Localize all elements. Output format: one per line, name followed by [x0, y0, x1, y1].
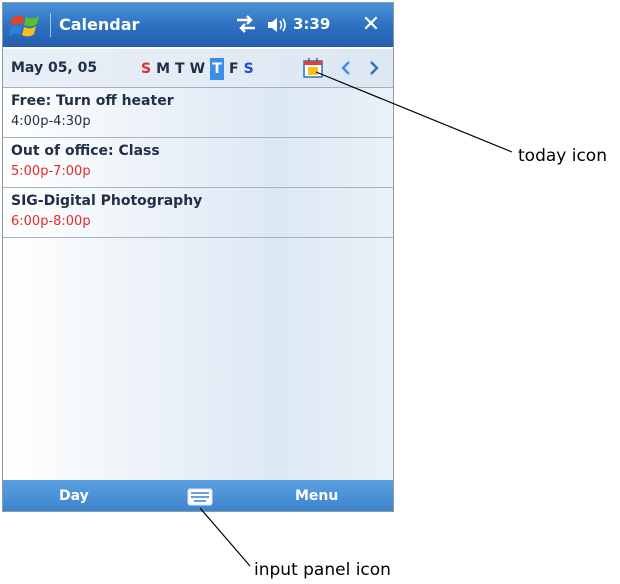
command-bar: Day Menu — [3, 480, 393, 511]
appointment-title: Out of office: Class — [11, 143, 160, 159]
appointment-time: 6:00p-8:00p — [11, 214, 91, 229]
week-bar: May 05, 05 S M T W T F S — [3, 49, 393, 88]
menu-button[interactable]: Menu — [295, 488, 338, 504]
weekday-tuesday[interactable]: T — [175, 58, 185, 80]
weekday-sunday[interactable]: S — [141, 58, 151, 80]
title-separator — [50, 13, 51, 37]
app-title: Calendar — [59, 15, 140, 34]
title-bar: Calendar 3:39 ✕ — [3, 3, 393, 47]
next-arrow-icon[interactable] — [365, 58, 383, 78]
weekday-thursday-selected[interactable]: T — [210, 58, 225, 80]
weekday-wednesday[interactable]: W — [190, 58, 205, 80]
list-item[interactable]: SIG-Digital Photography 6:00p-8:00p — [3, 188, 393, 238]
current-date: May 05, 05 — [11, 60, 98, 76]
list-item[interactable]: Out of office: Class 5:00p-7:00p — [3, 138, 393, 188]
appointment-list: Free: Turn off heater 4:00p-4:30p Out of… — [3, 88, 393, 480]
weekday-friday[interactable]: F — [229, 58, 239, 80]
today-icon[interactable] — [303, 58, 325, 78]
close-button[interactable]: ✕ — [359, 13, 383, 37]
weekday-saturday[interactable]: S — [244, 58, 254, 80]
today-icon-callout-label: today icon — [518, 146, 607, 166]
input-panel-callout-label: input panel icon — [254, 560, 391, 580]
appointment-time: 5:00p-7:00p — [11, 164, 91, 179]
volume-icon[interactable] — [266, 15, 290, 35]
clock[interactable]: 3:39 — [293, 15, 330, 33]
weekday-monday[interactable]: M — [156, 58, 170, 80]
appointment-time: 4:00p-4:30p — [11, 114, 91, 129]
weekday-selector: S M T W T F S — [141, 58, 254, 80]
previous-arrow-icon[interactable] — [337, 58, 355, 78]
connectivity-icon[interactable] — [235, 15, 257, 33]
list-item[interactable]: Free: Turn off heater 4:00p-4:30p — [3, 88, 393, 138]
input-panel-icon[interactable] — [187, 488, 213, 506]
windows-start-icon[interactable] — [9, 9, 43, 41]
day-view-button[interactable]: Day — [59, 488, 89, 504]
pocket-pc-screen: Calendar 3:39 ✕ May 05, 05 S M T W T F S — [2, 2, 394, 512]
appointment-title: Free: Turn off heater — [11, 93, 174, 109]
appointment-title: SIG-Digital Photography — [11, 193, 203, 209]
